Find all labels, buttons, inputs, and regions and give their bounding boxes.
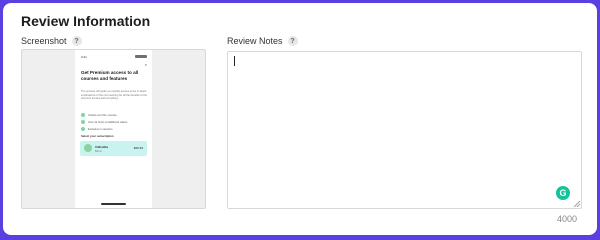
review-notes-label-row: Review Notes ? bbox=[227, 36, 298, 46]
check-icon bbox=[81, 127, 85, 131]
screenshot-preview[interactable]: 9:41 × Get Premium access to all courses… bbox=[21, 49, 206, 209]
screenshot-help-icon[interactable]: ? bbox=[71, 36, 82, 46]
review-notes-label: Review Notes bbox=[227, 36, 283, 46]
review-information-panel: Review Information Screenshot ? Review N… bbox=[3, 3, 597, 235]
status-time: 9:41 bbox=[81, 55, 87, 59]
screenshot-label-row: Screenshot ? bbox=[21, 36, 82, 46]
review-notes-textarea[interactable]: G bbox=[227, 51, 582, 209]
page-title: Review Information bbox=[21, 13, 151, 29]
plan-card: 3 Months $9/mo $29.99 bbox=[80, 141, 147, 156]
plan-name: 3 Months bbox=[95, 145, 109, 149]
check-icon bbox=[81, 113, 85, 117]
feature-item: Over 10 hours of additional videos bbox=[81, 120, 127, 124]
select-subscription-label: Select your subscription bbox=[81, 134, 114, 138]
status-icons bbox=[135, 55, 147, 58]
grammarly-icon[interactable]: G bbox=[556, 186, 570, 200]
close-icon: × bbox=[144, 62, 147, 67]
premium-heading: Get Premium access to all courses and fe… bbox=[81, 70, 139, 81]
feature-item: Exclusive in sessions bbox=[81, 127, 113, 131]
screenshot-label: Screenshot bbox=[21, 36, 67, 46]
plan-price: $29.99 bbox=[133, 146, 143, 150]
home-indicator bbox=[101, 203, 126, 205]
text-caret bbox=[234, 56, 235, 66]
review-notes-help-icon[interactable]: ? bbox=[287, 36, 298, 46]
plan-sub: $9/mo bbox=[95, 150, 102, 153]
plan-icon bbox=[84, 144, 92, 152]
resize-handle[interactable] bbox=[574, 201, 580, 207]
phone-screenshot: 9:41 × Get Premium access to all courses… bbox=[75, 50, 152, 208]
feature-item: Unlock over 50+ courses bbox=[81, 113, 117, 117]
character-counter: 4000 bbox=[556, 214, 577, 224]
premium-description: The process will guide you quickly acces… bbox=[81, 90, 147, 101]
check-icon bbox=[81, 120, 85, 124]
